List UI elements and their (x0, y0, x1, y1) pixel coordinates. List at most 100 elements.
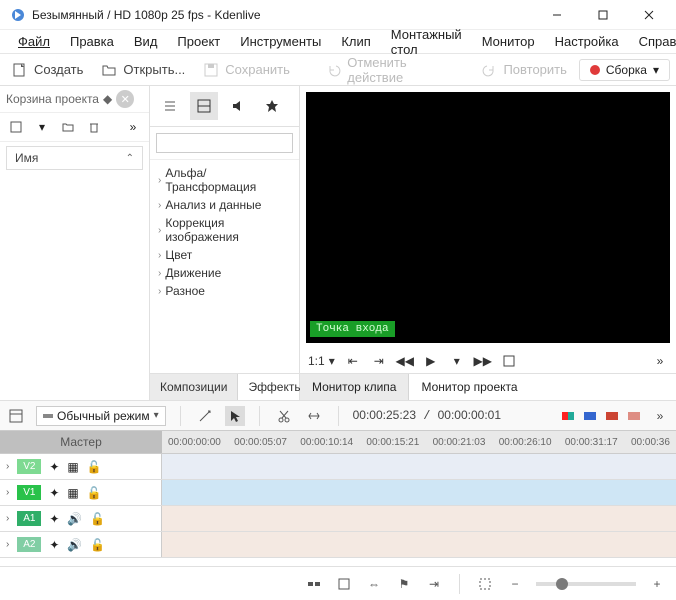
fit-icon[interactable]: ⇔ (365, 575, 383, 593)
in-point-icon[interactable]: ⇤ (345, 353, 361, 369)
menubar: Файл Правка Вид Проект Инструменты Клип … (0, 30, 676, 54)
project-bin-title: Корзина проекта (6, 92, 99, 106)
rewind-icon[interactable]: ◀◀ (397, 353, 413, 369)
menu-edit[interactable]: Правка (62, 32, 122, 51)
dropdown-icon[interactable]: ▾ (449, 353, 465, 369)
close-icon[interactable]: ✕ (116, 90, 134, 108)
effects-search-input[interactable] (156, 133, 293, 153)
effect-category[interactable]: ›Цвет (158, 246, 291, 264)
zoom-select[interactable]: 1:1 ▾ (308, 354, 335, 368)
undo-button[interactable]: Отменить действие (320, 53, 470, 87)
expand-icon[interactable]: » (652, 353, 668, 369)
lock-icon[interactable]: 🔓 (87, 460, 102, 474)
video-icon[interactable]: ▦ (67, 486, 78, 500)
zoom-in-icon[interactable]: + (648, 575, 666, 593)
maximize-button[interactable] (580, 0, 626, 30)
menu-project[interactable]: Проект (169, 32, 228, 51)
name-column-header[interactable]: Имя ⌃ (6, 146, 143, 170)
redo-button[interactable]: Повторить (475, 60, 572, 80)
lock-icon[interactable]: 🔓 (90, 538, 105, 552)
tab-project-monitor[interactable]: Монитор проекта (409, 374, 529, 400)
effect-category[interactable]: ›Движение (158, 264, 291, 282)
create-label: Создать (34, 62, 83, 77)
chevron-icon[interactable]: › (6, 539, 9, 550)
menu-tools[interactable]: Инструменты (232, 32, 329, 51)
list-view-icon[interactable] (156, 92, 184, 120)
edit-mode-select[interactable]: Обычный режим ▾ (36, 406, 166, 426)
menu-clip[interactable]: Клип (333, 32, 378, 51)
folder-icon[interactable] (60, 119, 76, 135)
track-a1[interactable]: ›A1 ✦🔊🔓 (0, 506, 676, 532)
monitor-panel: Точка входа 1:1 ▾ ⇤ ⇥ ◀◀ ▶ ▾ ▶▶ » Монито… (300, 86, 676, 400)
tool-icon[interactable] (195, 406, 215, 426)
effect-category[interactable]: ›Коррекция изображения (158, 214, 291, 246)
menu-settings[interactable]: Настройка (547, 32, 627, 51)
color-markers[interactable] (562, 412, 640, 420)
play-icon[interactable]: ▶ (423, 353, 439, 369)
favorites-icon[interactable] (258, 92, 286, 120)
close-button[interactable] (626, 0, 672, 30)
fx-icon[interactable]: ✦ (49, 486, 59, 500)
zoom-out-icon[interactable]: − (506, 575, 524, 593)
lock-icon[interactable]: 🔓 (87, 486, 102, 500)
audio-effects-icon[interactable] (224, 92, 252, 120)
entry-point-tag: Точка входа (310, 321, 395, 337)
audio-icon[interactable]: 🔊 (67, 538, 82, 552)
delete-icon[interactable] (86, 119, 102, 135)
menu-view[interactable]: Вид (126, 32, 166, 51)
snap-icon[interactable] (305, 575, 323, 593)
zoom-slider[interactable] (536, 582, 636, 586)
pointer-tool-icon[interactable] (225, 406, 245, 426)
app-icon (10, 7, 26, 23)
save-icon[interactable] (335, 575, 353, 593)
flag-icon[interactable]: ⚑ (395, 575, 413, 593)
menu-help[interactable]: Справка (631, 32, 676, 51)
statusbar: ⇔ ⚑ ⇥ − + (0, 566, 676, 600)
expand-icon[interactable]: » (125, 119, 141, 135)
audio-icon[interactable]: 🔊 (67, 512, 82, 526)
chevron-icon[interactable]: › (6, 487, 9, 498)
effect-category[interactable]: ›Анализ и данные (158, 196, 291, 214)
tab-compositions[interactable]: Композиции (150, 374, 238, 400)
render-button[interactable]: Сборка ▾ (579, 59, 670, 81)
monitor-view[interactable]: Точка входа (306, 92, 670, 343)
pin-icon[interactable]: ◆ (103, 92, 112, 106)
fx-icon[interactable]: ✦ (49, 460, 59, 474)
create-button[interactable]: Создать (6, 60, 89, 80)
open-button[interactable]: Открыть... (95, 60, 191, 80)
effect-category[interactable]: ›Разное (158, 282, 291, 300)
render-label: Сборка (606, 63, 647, 77)
expand-icon[interactable]: » (650, 406, 670, 426)
lock-icon[interactable]: 🔓 (90, 512, 105, 526)
crop-icon[interactable] (501, 353, 517, 369)
fx-icon[interactable]: ✦ (49, 538, 59, 552)
spacer-tool-icon[interactable] (304, 406, 324, 426)
timeline-toolbar: Обычный режим ▾ 00:00:25:23 / 00:00:00:0… (0, 400, 676, 430)
fx-icon[interactable]: ✦ (49, 512, 59, 526)
video-icon[interactable]: ▦ (67, 460, 78, 474)
save-button[interactable]: Сохранить (197, 60, 296, 80)
track-a2[interactable]: ›A2 ✦🔊🔓 (0, 532, 676, 558)
timeline-ruler[interactable]: Мастер 00:00:00:00 00:00:05:07 00:00:10:… (0, 430, 676, 454)
menu-monitor[interactable]: Монитор (474, 32, 543, 51)
video-effects-icon[interactable] (190, 92, 218, 120)
forward-icon[interactable]: ▶▶ (475, 353, 491, 369)
effect-category[interactable]: ›Альфа/Трансформация (158, 164, 291, 196)
chevron-icon[interactable]: › (6, 513, 9, 524)
open-label: Открыть... (123, 62, 185, 77)
marker-icon[interactable]: ⇥ (425, 575, 443, 593)
timeline-config-icon[interactable] (6, 406, 26, 426)
dropdown-icon[interactable]: ▾ (34, 119, 50, 135)
add-clip-icon[interactable] (8, 119, 24, 135)
record-icon (590, 65, 600, 75)
menu-file[interactable]: Файл (10, 32, 58, 51)
cut-tool-icon[interactable] (274, 406, 294, 426)
project-bin-panel: Корзина проекта ◆ ✕ ▾ » Имя ⌃ (0, 86, 150, 400)
minimize-button[interactable] (534, 0, 580, 30)
chevron-icon[interactable]: › (6, 461, 9, 472)
track-v1[interactable]: ›V1 ✦▦🔓 (0, 480, 676, 506)
out-point-icon[interactable]: ⇥ (371, 353, 387, 369)
tab-clip-monitor[interactable]: Монитор клипа (300, 374, 409, 400)
track-v2[interactable]: ›V2 ✦▦🔓 (0, 454, 676, 480)
zoom-fit-icon[interactable] (476, 575, 494, 593)
